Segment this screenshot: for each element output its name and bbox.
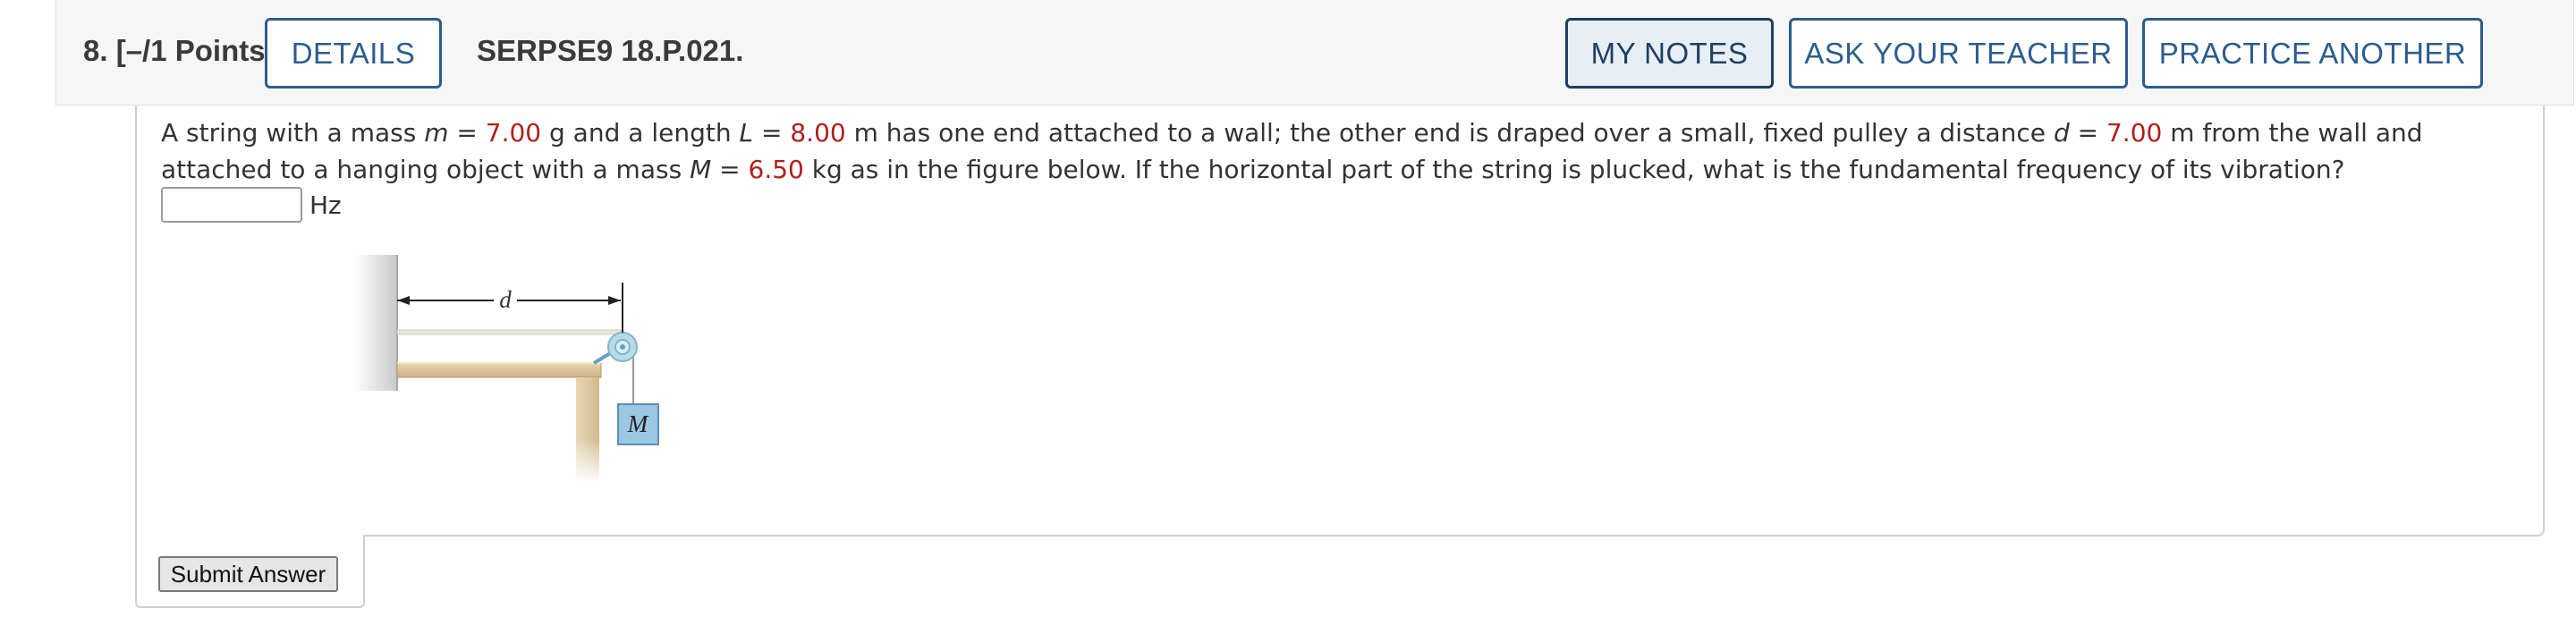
wall bbox=[354, 255, 397, 391]
shelf bbox=[396, 362, 602, 378]
answer-row: Hz bbox=[161, 187, 342, 223]
practice-another-button[interactable]: PRACTICE ANOTHER bbox=[2142, 18, 2483, 89]
details-button[interactable]: DETAILS bbox=[265, 18, 442, 89]
ask-your-teacher-button[interactable]: ASK YOUR TEACHER bbox=[1789, 18, 2128, 89]
string-pulley-figure: d M bbox=[354, 250, 676, 485]
mass-label: M bbox=[627, 410, 649, 437]
dimension-arrow-right bbox=[608, 296, 621, 305]
length-value: 8.00 bbox=[790, 118, 846, 148]
points-label: [–/1 Points] bbox=[115, 34, 275, 67]
hanging-mass-value: 6.50 bbox=[748, 155, 804, 184]
pulley-axle bbox=[620, 344, 625, 350]
answer-input[interactable] bbox=[161, 187, 302, 223]
my-notes-button[interactable]: MY NOTES bbox=[1565, 18, 1774, 89]
var-d: d bbox=[2053, 118, 2070, 148]
question-number-points: 8. [–/1 Points] bbox=[83, 34, 275, 68]
question-text: A string with a mass m = 7.00 g and a le… bbox=[161, 118, 2423, 184]
var-L: L bbox=[739, 118, 754, 148]
distance-value: 7.00 bbox=[2106, 118, 2163, 148]
unit-label: Hz bbox=[309, 190, 342, 220]
var-m: m bbox=[424, 118, 449, 148]
mass-value: 7.00 bbox=[485, 118, 542, 148]
tab-joint bbox=[137, 528, 363, 538]
horizontal-string bbox=[396, 329, 622, 335]
figure-svg: d M bbox=[354, 255, 659, 483]
leg-fade bbox=[576, 438, 599, 483]
submit-answer-button[interactable]: Submit Answer bbox=[158, 556, 338, 592]
d-label: d bbox=[499, 286, 512, 313]
var-M: M bbox=[690, 155, 712, 184]
assignment-code: SERPSE9 18.P.021. bbox=[477, 34, 744, 67]
question-number: 8. bbox=[83, 34, 108, 67]
dimension-arrow-left bbox=[397, 296, 410, 305]
